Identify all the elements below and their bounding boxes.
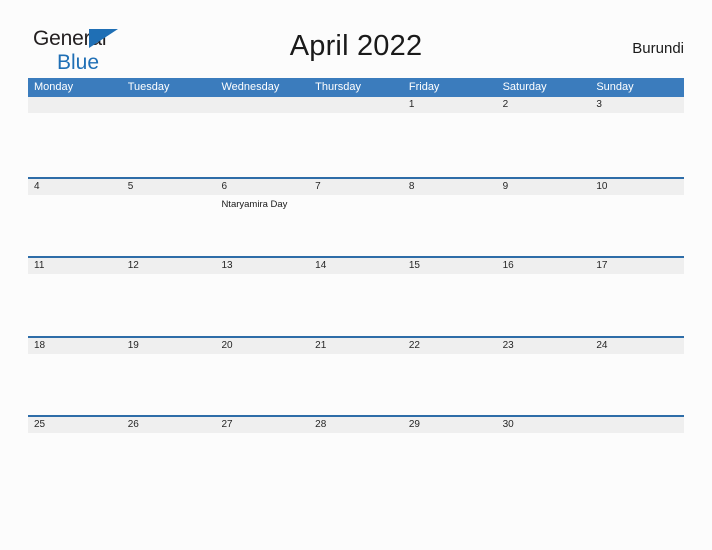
page-title: April 2022 <box>289 30 423 62</box>
day-number: 17 <box>590 258 685 274</box>
day-number: 22 <box>402 337 497 354</box>
weekday-header-monday: Monday <box>34 81 74 93</box>
day-cell[interactable]: 28 <box>309 417 403 495</box>
day-number: 19 <box>121 337 216 354</box>
day-cell[interactable]: 26 <box>121 417 216 495</box>
day-cell[interactable]: 20 <box>215 337 310 416</box>
weekday-header-row: Monday Tuesday Wednesday Thursday Friday… <box>28 78 684 97</box>
day-number: 2 <box>496 97 591 113</box>
day-cell-empty <box>215 97 310 177</box>
day-cell[interactable]: 10 <box>590 178 685 257</box>
day-number: 8 <box>402 178 497 195</box>
day-cell[interactable]: 25 <box>28 417 122 495</box>
day-number: 6 <box>215 178 310 195</box>
page-header: General Blue April 2022 Burundi <box>0 0 712 73</box>
day-cell[interactable]: 17 <box>590 258 685 336</box>
day-cell[interactable]: 15 <box>402 258 497 336</box>
day-number <box>590 417 685 433</box>
day-number: 24 <box>590 337 685 354</box>
day-cell[interactable]: 4 <box>28 178 122 257</box>
day-number: 28 <box>309 417 403 433</box>
day-cell[interactable]: 2 <box>496 97 591 177</box>
day-cell-empty <box>28 97 122 177</box>
day-cell[interactable]: 8 <box>402 178 497 257</box>
country-label: Burundi <box>632 40 684 57</box>
day-number: 14 <box>309 258 403 274</box>
day-strip: 18 19 20 21 22 23 24 <box>28 337 685 416</box>
day-number: 3 <box>590 97 685 113</box>
holiday-event: Ntaryamira Day <box>221 198 288 210</box>
day-strip: 11 12 13 14 15 16 17 <box>28 258 685 336</box>
day-number <box>215 97 310 113</box>
day-number: 15 <box>402 258 497 274</box>
day-number: 27 <box>215 417 310 433</box>
day-number: 13 <box>215 258 310 274</box>
day-strip: 25 26 27 28 29 30 <box>28 417 685 495</box>
day-cell[interactable]: 21 <box>309 337 403 416</box>
day-number: 1 <box>402 97 497 113</box>
weekday-header-friday: Friday <box>408 81 440 93</box>
calendar-page: General Blue April 2022 Burundi Monday T… <box>0 0 712 550</box>
day-number: 9 <box>496 178 591 195</box>
day-number: 16 <box>496 258 591 274</box>
weekday-header-saturday: Saturday <box>502 81 547 93</box>
week-row: 25 26 27 28 29 30 <box>28 415 685 495</box>
month-grid: Monday Tuesday Wednesday Thursday Friday… <box>28 78 685 495</box>
day-cell[interactable]: 19 <box>121 337 216 416</box>
day-number: 23 <box>496 337 591 354</box>
day-cell[interactable]: 7 <box>309 178 403 257</box>
weekday-header-thursday: Thursday <box>315 81 362 93</box>
week-rows: 1 2 3 4 5 6 Ntaryamira Day 7 8 9 10 11 12 13 14 15 16 17 1… <box>28 97 685 495</box>
day-cell-empty <box>121 97 216 177</box>
day-cell-empty <box>590 417 685 495</box>
day-cell[interactable]: 29 <box>402 417 497 495</box>
week-row: 123 <box>28 97 685 177</box>
day-number: 18 <box>28 337 122 354</box>
day-cell[interactable]: 6 Ntaryamira Day <box>215 178 310 257</box>
day-strip: 123 <box>28 97 685 177</box>
day-cell[interactable]: 9 <box>496 178 591 257</box>
day-strip: 4 5 6 Ntaryamira Day 7 8 9 10 <box>28 178 685 257</box>
day-number: 4 <box>28 178 122 195</box>
week-row: 18 19 20 21 22 23 24 <box>28 335 685 416</box>
day-number: 12 <box>121 258 216 274</box>
day-number: 7 <box>309 178 403 195</box>
weekday-header-wednesday: Wednesday <box>221 81 280 93</box>
day-cell-empty <box>309 97 403 177</box>
week-row: 11 12 13 14 15 16 17 <box>28 256 685 336</box>
day-number: 5 <box>121 178 216 195</box>
day-cell[interactable]: 24 <box>590 337 685 416</box>
day-number: 26 <box>121 417 216 433</box>
day-cell[interactable]: 13 <box>215 258 310 336</box>
day-number: 11 <box>28 258 122 274</box>
weekday-header-sunday: Sunday <box>596 81 634 93</box>
week-row: 4 5 6 Ntaryamira Day 7 8 9 10 <box>28 176 685 257</box>
day-cell[interactable]: 30 <box>496 417 591 495</box>
day-number <box>121 97 216 113</box>
day-number <box>309 97 403 113</box>
day-cell[interactable]: 18 <box>28 337 122 416</box>
day-cell[interactable]: 23 <box>496 337 591 416</box>
day-number: 30 <box>496 417 591 433</box>
day-number: 29 <box>402 417 497 433</box>
day-cell[interactable]: 27 <box>215 417 310 495</box>
day-cell[interactable]: 5 <box>121 178 216 257</box>
day-number: 21 <box>309 337 403 354</box>
day-cell[interactable]: 11 <box>28 258 122 336</box>
day-number: 25 <box>28 417 122 433</box>
day-cell[interactable]: 14 <box>309 258 403 336</box>
day-cell[interactable]: 22 <box>402 337 497 416</box>
day-cell[interactable]: 16 <box>496 258 591 336</box>
day-number: 10 <box>590 178 685 195</box>
day-number: 20 <box>215 337 310 354</box>
day-events: Ntaryamira Day <box>215 195 309 211</box>
weekday-header-tuesday: Tuesday <box>127 81 170 93</box>
day-cell[interactable]: 1 <box>402 97 497 177</box>
day-cell[interactable]: 3 <box>590 97 685 177</box>
day-cell[interactable]: 12 <box>121 258 216 336</box>
day-number <box>28 97 122 113</box>
